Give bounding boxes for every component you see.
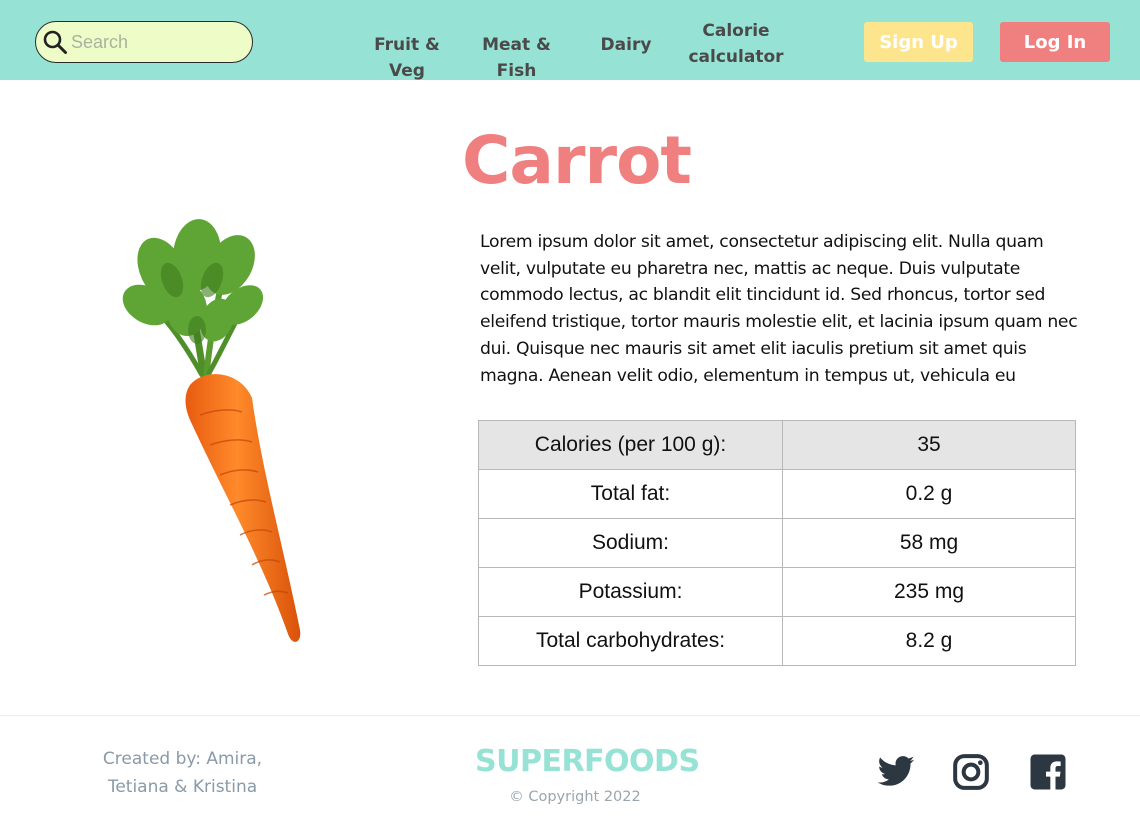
footer-copyright: © Copyright 2022 bbox=[509, 789, 641, 805]
nutrient-label: Total fat: bbox=[478, 469, 783, 519]
search-input[interactable] bbox=[71, 31, 241, 53]
table-row: Potassium: 235 mg bbox=[478, 567, 1076, 617]
table-row: Calories (per 100 g): 35 bbox=[478, 420, 1076, 470]
credits-line: Tetiana & Kristina bbox=[107, 777, 258, 797]
facebook-icon[interactable] bbox=[1028, 752, 1068, 792]
search-icon bbox=[43, 30, 67, 54]
nutrient-value: 58 mg bbox=[782, 518, 1076, 568]
nutrient-value: 235 mg bbox=[782, 567, 1076, 617]
footer-credits: Created by: Amira, Tetiana & Kristina bbox=[90, 745, 275, 801]
nutrition-table: Calories (per 100 g): 35 Total fat: 0.2 … bbox=[478, 420, 1076, 666]
nav-link-meat-fish[interactable]: Meat & Fish bbox=[465, 32, 568, 84]
nutrient-label: Calories (per 100 g): bbox=[478, 420, 783, 470]
credits-line: Created by: Amira, bbox=[102, 749, 263, 769]
twitter-icon[interactable] bbox=[876, 752, 916, 792]
carrot-image bbox=[122, 219, 301, 642]
product-description: Lorem ipsum dolor sit amet, consectetur … bbox=[480, 232, 1078, 386]
search-bar[interactable] bbox=[35, 21, 253, 63]
nutrient-label: Potassium: bbox=[478, 567, 783, 617]
nav-link-calorie-calculator[interactable]: Calorie calculator bbox=[688, 18, 784, 70]
nutrient-label: Sodium: bbox=[478, 518, 783, 568]
nav-link-dairy[interactable]: Dairy bbox=[598, 32, 654, 58]
nav-link-fruit-veg[interactable]: Fruit & Veg bbox=[358, 32, 456, 84]
log-in-button[interactable]: Log In bbox=[1000, 22, 1110, 62]
nutrient-value: 0.2 g bbox=[782, 469, 1076, 519]
page-title: Carrot bbox=[462, 122, 692, 199]
nutrient-value: 35 bbox=[782, 420, 1076, 470]
table-row: Total fat: 0.2 g bbox=[478, 469, 1076, 519]
table-row: Total carbohydrates: 8.2 g bbox=[478, 616, 1076, 666]
nutrient-value: 8.2 g bbox=[782, 616, 1076, 666]
instagram-icon[interactable] bbox=[951, 752, 991, 792]
nutrient-label: Total carbohydrates: bbox=[478, 616, 783, 666]
footer-divider bbox=[0, 715, 1140, 716]
sign-up-button[interactable]: Sign Up bbox=[864, 22, 973, 62]
table-row: Sodium: 58 mg bbox=[478, 518, 1076, 568]
footer-brand: SUPERFOODS bbox=[475, 744, 700, 779]
top-navbar: Fruit & Veg Meat & Fish Dairy Calorie ca… bbox=[0, 0, 1140, 81]
